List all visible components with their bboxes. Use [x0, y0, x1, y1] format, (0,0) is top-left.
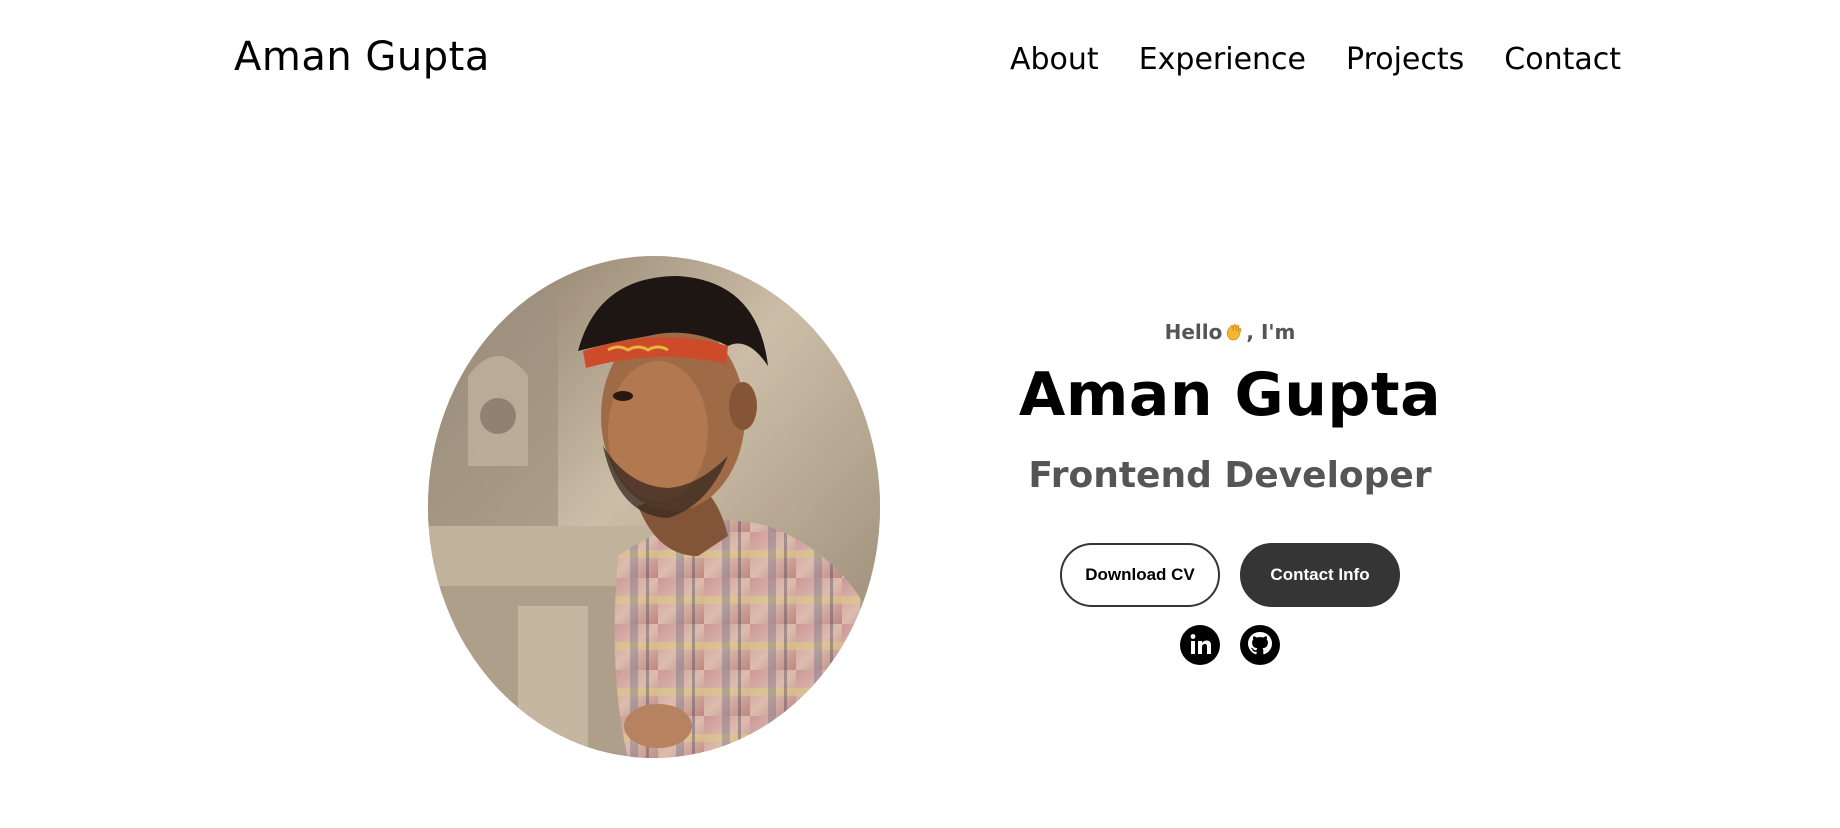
nav-link-experience[interactable]: Experience [1139, 40, 1306, 80]
hero-buttons: Download CV Contact Info [940, 543, 1520, 607]
top-navigation: Aman Gupta About Experience Projects Con… [0, 0, 1840, 120]
nav-links: About Experience Projects Contact [1010, 40, 1621, 80]
site-logo[interactable]: Aman Gupta [234, 34, 490, 80]
nav-link-about[interactable]: About [1010, 40, 1099, 80]
github-icon[interactable] [1240, 625, 1280, 665]
profile-photo [428, 256, 880, 758]
hero-role: Frontend Developer [1028, 455, 1432, 496]
contact-info-button[interactable]: Contact Info [1240, 543, 1400, 607]
nav-link-projects[interactable]: Projects [1346, 40, 1464, 80]
greeting-prefix: Hello [1164, 320, 1223, 344]
greeting-suffix: , I'm [1246, 320, 1296, 344]
nav-link-contact[interactable]: Contact [1504, 40, 1621, 80]
greeting: Hello , I'm [940, 318, 1520, 349]
download-cv-button[interactable]: Download CV [1060, 543, 1220, 607]
waving-hand-icon [1224, 321, 1244, 349]
linkedin-icon[interactable] [1180, 625, 1220, 665]
hero-name: Aman Gupta [1018, 360, 1442, 430]
social-links [940, 625, 1520, 665]
hero-section: Hello , I'm Aman Gupta Frontend Developer… [940, 300, 1520, 665]
